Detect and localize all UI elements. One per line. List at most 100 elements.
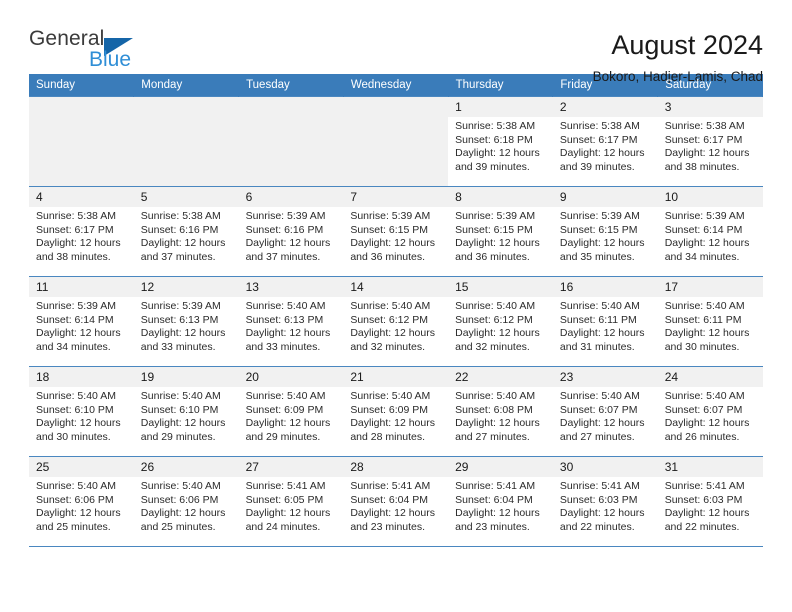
calendar-day-cell[interactable]: 19 Sunrise: 5:40 AM Sunset: 6:10 PM Dayligh… (133, 366, 239, 457)
daylight-text: and 33 minutes. (245, 340, 321, 353)
sunset-text: Sunset: 6:12 PM (350, 313, 428, 326)
logo-text-blue: Blue (89, 48, 132, 71)
daylight-text: and 24 minutes. (245, 520, 321, 533)
sunset-text: Sunset: 6:11 PM (664, 313, 742, 326)
calendar-day-cell[interactable]: 21 Sunrise: 5:40 AM Sunset: 6:09 PM Dayligh… (343, 366, 449, 457)
calendar-day-cell[interactable]: 1 Sunrise: 5:38 AM Sunset: 6:18 PM Daylight… (448, 96, 553, 187)
daylight-text: Daylight: 12 hours (350, 507, 435, 520)
day-number: 9 (552, 187, 658, 207)
weekday-header-thursday: Thursday (448, 74, 554, 97)
calendar-day-cell-empty (238, 96, 344, 187)
day-number: 18 (29, 367, 134, 387)
calendar-day-cell[interactable]: 28 Sunrise: 5:41 AM Sunset: 6:04 PM Dayligh… (343, 456, 449, 547)
calendar-day-cell[interactable]: 23 Sunrise: 5:40 AM Sunset: 6:07 PM Dayligh… (552, 366, 658, 457)
calendar-day-cell[interactable]: 22 Sunrise: 5:40 AM Sunset: 6:08 PM Dayligh… (448, 366, 553, 457)
day-cell-inner: 7 Sunrise: 5:39 AM Sunset: 6:15 PM Daylight… (343, 187, 449, 276)
daylight-text: Daylight: 12 hours (664, 507, 750, 520)
calendar-day-cell[interactable]: 3 Sunrise: 5:38 AM Sunset: 6:17 PM Daylight… (657, 96, 763, 187)
daylight-text: Daylight: 12 hours (455, 237, 540, 250)
calendar-day-cell[interactable]: 26 Sunrise: 5:40 AM Sunset: 6:06 PM Dayligh… (133, 456, 239, 547)
day-number (343, 97, 449, 117)
sunset-text: Sunset: 6:09 PM (245, 403, 324, 416)
day-details: Sunrise: 5:40 AM Sunset: 6:08 PM Daylight:… (448, 387, 553, 444)
calendar-day-cell[interactable]: 14 Sunrise: 5:40 AM Sunset: 6:12 PM Dayligh… (343, 276, 449, 367)
sunrise-text: Sunrise: 5:38 AM (140, 210, 221, 222)
day-cell-inner: 12 Sunrise: 5:39 AM Sunset: 6:13 PM Dayligh… (133, 277, 239, 366)
day-number (238, 97, 344, 117)
calendar-day-cell[interactable]: 30 Sunrise: 5:41 AM Sunset: 6:03 PM Dayligh… (552, 456, 658, 547)
daylight-text: and 34 minutes. (664, 250, 740, 263)
day-cell-inner: 31 Sunrise: 5:41 AM Sunset: 6:03 PM Dayligh… (657, 457, 763, 546)
sunset-text: Sunset: 6:13 PM (140, 313, 219, 326)
sunrise-text: Sunrise: 5:39 AM (140, 300, 221, 312)
daylight-text: and 27 minutes. (559, 430, 635, 443)
day-details: Sunrise: 5:41 AM Sunset: 6:04 PM Daylight:… (343, 477, 448, 534)
day-details: Sunrise: 5:40 AM Sunset: 6:09 PM Daylight:… (343, 387, 448, 444)
daylight-text: Daylight: 12 hours (36, 507, 121, 520)
day-number: 16 (552, 277, 658, 297)
sunrise-text: Sunrise: 5:40 AM (245, 300, 326, 312)
day-cell-inner: 17 Sunrise: 5:40 AM Sunset: 6:11 PM Dayligh… (657, 277, 763, 366)
calendar-day-cell[interactable]: 11 Sunrise: 5:39 AM Sunset: 6:14 PM Dayligh… (29, 276, 134, 367)
sunrise-text: Sunrise: 5:40 AM (559, 300, 640, 312)
sunset-text: Sunset: 6:15 PM (350, 223, 428, 236)
calendar-day-cell[interactable]: 2 Sunrise: 5:38 AM Sunset: 6:17 PM Daylight… (552, 96, 658, 187)
calendar-day-cell[interactable]: 17 Sunrise: 5:40 AM Sunset: 6:11 PM Dayligh… (657, 276, 763, 367)
page-header: General Blue August 2024 Bokoro, Hadjer-… (29, 0, 763, 84)
calendar-day-cell[interactable]: 16 Sunrise: 5:40 AM Sunset: 6:11 PM Dayligh… (552, 276, 658, 367)
calendar-day-cell[interactable]: 27 Sunrise: 5:41 AM Sunset: 6:05 PM Dayligh… (238, 456, 344, 547)
calendar-day-cell[interactable]: 31 Sunrise: 5:41 AM Sunset: 6:03 PM Dayligh… (657, 456, 763, 547)
calendar-day-cell[interactable]: 6 Sunrise: 5:39 AM Sunset: 6:16 PM Daylight… (238, 186, 344, 277)
day-cell-inner: 10 Sunrise: 5:39 AM Sunset: 6:14 PM Dayligh… (657, 187, 763, 276)
day-number: 11 (29, 277, 134, 297)
sunset-text: Sunset: 6:14 PM (36, 313, 114, 326)
sunset-text: Sunset: 6:17 PM (664, 133, 743, 146)
daylight-text: Daylight: 12 hours (455, 417, 540, 430)
day-number: 19 (133, 367, 239, 387)
sunset-text: Sunset: 6:04 PM (350, 493, 428, 506)
daylight-text: Daylight: 12 hours (455, 147, 540, 160)
calendar-day-cell[interactable]: 9 Sunrise: 5:39 AM Sunset: 6:15 PM Daylight… (552, 186, 658, 277)
day-details: Sunrise: 5:39 AM Sunset: 6:15 PM Daylight:… (343, 207, 448, 264)
calendar-day-cell[interactable]: 5 Sunrise: 5:38 AM Sunset: 6:16 PM Daylight… (133, 186, 239, 277)
sunrise-text: Sunrise: 5:39 AM (36, 300, 116, 312)
daylight-text: Daylight: 12 hours (245, 507, 331, 520)
calendar-day-cell[interactable]: 25 Sunrise: 5:40 AM Sunset: 6:06 PM Dayligh… (29, 456, 134, 547)
calendar-day-cell[interactable]: 10 Sunrise: 5:39 AM Sunset: 6:14 PM Dayligh… (657, 186, 763, 277)
day-cell-inner: 15 Sunrise: 5:40 AM Sunset: 6:12 PM Dayligh… (448, 277, 553, 366)
day-number: 3 (657, 97, 763, 117)
calendar-day-cell[interactable]: 15 Sunrise: 5:40 AM Sunset: 6:12 PM Dayligh… (448, 276, 553, 367)
calendar-day-cell[interactable]: 13 Sunrise: 5:40 AM Sunset: 6:13 PM Dayligh… (238, 276, 344, 367)
sunrise-text: Sunrise: 5:39 AM (245, 210, 326, 222)
day-cell-inner: 8 Sunrise: 5:39 AM Sunset: 6:15 PM Daylight… (448, 187, 553, 276)
calendar-week-row: 11 Sunrise: 5:39 AM Sunset: 6:14 PM Dayligh… (29, 276, 763, 367)
day-details: Sunrise: 5:41 AM Sunset: 6:03 PM Daylight:… (658, 477, 763, 534)
day-number: 5 (133, 187, 239, 207)
calendar-day-cell[interactable]: 18 Sunrise: 5:40 AM Sunset: 6:10 PM Dayligh… (29, 366, 134, 457)
day-number (29, 97, 134, 117)
sunrise-text: Sunrise: 5:41 AM (245, 480, 326, 492)
day-cell-inner (238, 97, 344, 186)
sunrise-text: Sunrise: 5:40 AM (350, 390, 431, 402)
daylight-text: and 32 minutes. (455, 340, 530, 353)
general-blue-logo[interactable]: General Blue (29, 27, 159, 77)
daylight-text: and 38 minutes. (664, 160, 740, 173)
daylight-text: and 28 minutes. (350, 430, 426, 443)
day-cell-inner: 19 Sunrise: 5:40 AM Sunset: 6:10 PM Dayligh… (133, 367, 239, 456)
calendar-day-cell[interactable]: 29 Sunrise: 5:41 AM Sunset: 6:04 PM Dayligh… (448, 456, 553, 547)
calendar-day-cell[interactable]: 12 Sunrise: 5:39 AM Sunset: 6:13 PM Dayligh… (133, 276, 239, 367)
page-title: August 2024 (611, 30, 763, 60)
calendar-day-cell[interactable]: 8 Sunrise: 5:39 AM Sunset: 6:15 PM Daylight… (448, 186, 553, 277)
calendar-day-cell[interactable]: 24 Sunrise: 5:40 AM Sunset: 6:07 PM Dayligh… (657, 366, 763, 457)
daylight-text: and 37 minutes. (140, 250, 216, 263)
day-details: Sunrise: 5:40 AM Sunset: 6:09 PM Daylight:… (239, 387, 344, 444)
calendar-day-cell[interactable]: 20 Sunrise: 5:40 AM Sunset: 6:09 PM Dayligh… (238, 366, 344, 457)
weekday-header-wednesday: Wednesday (343, 74, 449, 97)
calendar-day-cell[interactable]: 4 Sunrise: 5:38 AM Sunset: 6:17 PM Daylight… (29, 186, 134, 277)
daylight-text: and 31 minutes. (559, 340, 635, 353)
sunrise-text: Sunrise: 5:38 AM (455, 120, 536, 132)
day-number: 31 (657, 457, 763, 477)
calendar-day-cell[interactable]: 7 Sunrise: 5:39 AM Sunset: 6:15 PM Daylight… (343, 186, 449, 277)
sunrise-text: Sunrise: 5:41 AM (350, 480, 431, 492)
sunset-text: Sunset: 6:10 PM (36, 403, 114, 416)
